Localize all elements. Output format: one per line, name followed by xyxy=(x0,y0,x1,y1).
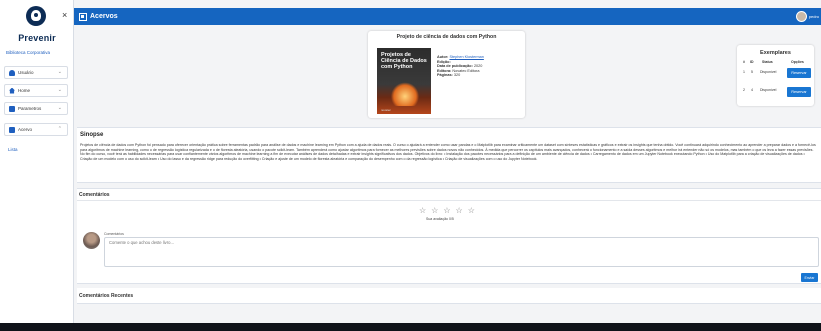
star-icon[interactable]: ☆ xyxy=(468,206,475,215)
book-title: Projeto de ciência de dados com Python xyxy=(396,34,497,40)
star-icon[interactable]: ☆ xyxy=(431,206,438,215)
edition-label: Edição: xyxy=(437,59,451,64)
sidebar-item-home[interactable]: Home ⌄ xyxy=(4,84,68,97)
copy-row-id: 4 xyxy=(751,88,753,92)
recent-comments-title: Comentários Recentes xyxy=(79,293,134,299)
sidebar-item-label: Acervo xyxy=(18,127,33,132)
copy-row-id: 5 xyxy=(751,70,753,74)
reserve-button[interactable]: Reservar xyxy=(787,87,811,97)
copies-title: Exemplares xyxy=(760,50,791,56)
logo xyxy=(22,6,52,32)
sidebar-item-usuario[interactable]: Usuário ⌄ xyxy=(4,66,68,79)
brand-name: Prevenir xyxy=(18,33,56,43)
sidebar-subitem-lista[interactable]: Lista xyxy=(8,147,18,152)
logo-icon xyxy=(26,6,46,26)
comments-section: Comentários ☆ ☆ ☆ ☆ ☆ Sua avaliação 0/5 … xyxy=(77,188,821,284)
cover-flame-image xyxy=(391,82,419,106)
comment-field-label: Comentários xyxy=(104,232,124,236)
publisher-label: Editora: xyxy=(437,68,452,73)
synopsis-text: Projetos de ciência de dados com Python … xyxy=(80,143,816,161)
sidebar-item-acervo[interactable]: Acervo ⌃ xyxy=(4,123,68,136)
pub-date-value: 2020 xyxy=(473,64,483,69)
user-name[interactable]: pedro xyxy=(809,14,819,19)
org-link[interactable]: Biblioteca Corporativa xyxy=(6,50,50,55)
reserve-button[interactable]: Reservar xyxy=(787,68,811,78)
book-cover: Projetos de Ciência de Dados com Python … xyxy=(377,48,431,114)
sidebar-item-parametros[interactable]: Parametros ⌄ xyxy=(4,102,68,115)
star-icon[interactable]: ☆ xyxy=(419,206,426,215)
acervo-icon xyxy=(79,12,87,21)
author-label: Autor: xyxy=(437,55,449,59)
params-icon xyxy=(9,105,15,112)
taskbar xyxy=(0,323,821,331)
book-card: Projeto de ciência de dados com Python P… xyxy=(368,31,525,118)
page-title: Acervos xyxy=(90,13,118,20)
copies-header-status: Status xyxy=(762,60,773,64)
sidebar-item-label: Parametros xyxy=(18,106,42,111)
chevron-up-icon: ⌃ xyxy=(57,126,62,132)
cover-title: Projetos de Ciência de Dados com Python xyxy=(381,52,427,70)
star-rating: ☆ ☆ ☆ ☆ ☆ xyxy=(419,206,475,215)
recent-comments-section: Comentários Recentes xyxy=(77,288,821,304)
pub-date-label: Data de publicação: xyxy=(437,64,473,69)
sidebar-item-label: Usuário xyxy=(18,70,34,75)
star-icon[interactable]: ☆ xyxy=(443,206,450,215)
book-icon xyxy=(9,126,15,133)
topbar: Acervos pedro xyxy=(74,8,821,25)
chevron-down-icon: ⌄ xyxy=(57,105,62,111)
cover-publisher: novatec xyxy=(381,108,391,112)
copy-row-status: Disponível xyxy=(760,70,777,74)
send-button[interactable]: Enviar xyxy=(801,273,818,282)
book-meta: Autor: Stephen Klosterman Edição: Data d… xyxy=(437,55,484,78)
copies-header-num: # xyxy=(743,60,745,64)
pages-value: 320 xyxy=(453,73,461,78)
copy-row-status: Disponível xyxy=(760,88,777,92)
chevron-down-icon: ⌄ xyxy=(57,69,62,75)
author-link[interactable]: Stephen Klosterman xyxy=(449,55,483,59)
copies-header-id: ID xyxy=(750,60,754,64)
copy-row-num: 1 xyxy=(743,70,745,74)
rating-text: Sua avaliação 0/5 xyxy=(426,217,454,221)
avatar xyxy=(83,232,100,249)
close-sidebar-icon[interactable]: × xyxy=(62,10,67,20)
star-icon[interactable]: ☆ xyxy=(456,206,463,215)
divider xyxy=(77,200,821,201)
comment-input[interactable] xyxy=(104,237,819,267)
chevron-down-icon: ⌄ xyxy=(57,87,62,93)
publisher-value: Novatec Editora xyxy=(452,68,480,73)
copy-row-num: 2 xyxy=(743,88,745,92)
comments-title: Comentários xyxy=(79,192,110,198)
pages-label: Páginas: xyxy=(437,73,453,78)
sidebar: Prevenir Biblioteca Corporativa Usuário … xyxy=(0,0,74,331)
user-avatar[interactable] xyxy=(796,11,807,22)
synopsis-section: Sinopse Projetos de ciência de dados com… xyxy=(77,127,821,183)
synopsis-title: Sinopse xyxy=(80,132,104,138)
home-icon xyxy=(9,87,15,94)
user-icon xyxy=(9,69,15,76)
copies-header-options: Opções xyxy=(791,60,804,64)
sidebar-item-label: Home xyxy=(18,88,31,93)
copies-card: Exemplares # ID Status Opções 1 5 Dispon… xyxy=(737,45,814,106)
